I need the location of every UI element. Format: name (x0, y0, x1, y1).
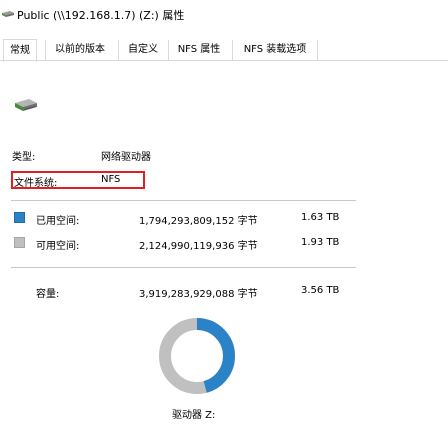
tab-previous-versions[interactable]: 以前的版本 (45, 40, 114, 60)
disk-usage-donut (159, 318, 235, 394)
tab-nfs-attributes-label: NFS 属性 (177, 44, 221, 55)
network-drive-icon (2, 11, 14, 17)
free-space-swatch (14, 237, 25, 248)
window-title: Public (\\192.168.1.7) (Z:) 属性 (17, 9, 185, 22)
tab-customize[interactable]: 自定义 (118, 40, 167, 60)
separator (11, 200, 356, 201)
filesystem-value: NFS (101, 174, 121, 185)
tab-nfs-mount-options[interactable]: NFS 装载选项 (232, 40, 318, 60)
separator (11, 267, 356, 268)
free-space-size: 1.93 TB (301, 237, 340, 248)
drive-caption: 驱动器 Z: (172, 410, 216, 421)
tab-general-label: 常规 (10, 45, 30, 56)
capacity-size: 3.56 TB (301, 285, 340, 296)
used-space-label: 已用空间: (36, 216, 80, 227)
capacity-bytes: 3,919,283,929,088 字节 (139, 289, 258, 300)
tab-previous-versions-label: 以前的版本 (55, 44, 105, 55)
used-space-swatch (14, 212, 25, 223)
used-space-size: 1.63 TB (301, 212, 340, 223)
capacity-label: 容量: (36, 289, 60, 300)
free-space-label: 可用空间: (36, 241, 80, 252)
tab-customize-label: 自定义 (128, 44, 158, 55)
used-space-bytes: 1,794,293,809,152 字节 (139, 216, 258, 227)
filesystem-label: 文件系统: (14, 178, 58, 189)
properties-window: Public (\\192.168.1.7) (Z:) 属性 常规 以前的版本 … (0, 0, 448, 424)
tab-nfs-attributes[interactable]: NFS 属性 (168, 40, 229, 60)
type-value: 网络驱动器 (101, 152, 151, 163)
tab-general[interactable]: 常规 (3, 39, 37, 62)
free-space-bytes: 2,124,990,119,936 字节 (139, 241, 258, 252)
tab-nfs-mount-options-label: NFS 装载选项 (243, 44, 307, 55)
general-tab-content: 类型: 网络驱动器 文件系统: NFS 已用空间: 1,794,293,809,… (0, 61, 448, 424)
title-bar: Public (\\192.168.1.7) (Z:) 属性 (0, 0, 448, 30)
type-label: 类型: (12, 152, 36, 163)
tab-bar: 常规 以前的版本 自定义 NFS 属性 NFS 装载选项 (0, 39, 448, 62)
network-drive-icon (15, 99, 37, 111)
